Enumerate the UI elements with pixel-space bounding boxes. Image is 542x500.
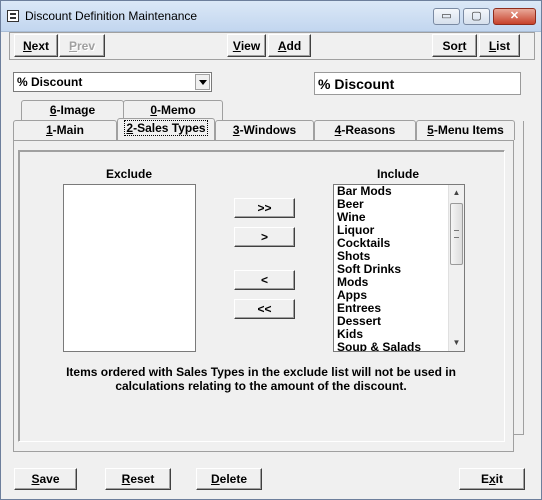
description-field[interactable]: % Discount <box>314 72 521 95</box>
tab-main[interactable]: 1-Main <box>13 120 117 140</box>
scroll-down-icon[interactable]: ▼ <box>449 335 464 351</box>
include-list[interactable]: Bar Mods Beer Wine Liquor Cocktails Shot… <box>333 184 465 352</box>
scroll-up-icon[interactable]: ▲ <box>449 185 464 201</box>
exclude-note: Items ordered with Sales Types in the ex… <box>66 365 456 393</box>
save-button[interactable]: Save <box>14 468 77 490</box>
close-button[interactable]: ✕ <box>493 8 536 25</box>
next-button[interactable]: Next <box>14 34 58 57</box>
description-value: % Discount <box>318 76 395 92</box>
tab-reasons[interactable]: 4-Reasons <box>314 120 416 140</box>
prev-button[interactable]: Prev <box>59 34 105 57</box>
discount-type-value: % Discount <box>17 75 83 89</box>
minimize-button[interactable]: ▭ <box>433 8 460 25</box>
delete-button[interactable]: Delete <box>196 468 262 490</box>
tab-memo[interactable]: 0-Memo <box>123 100 223 120</box>
tab-sales-types[interactable]: 2-Sales Types <box>117 118 215 140</box>
move-to-exclude-button[interactable]: > <box>234 227 295 247</box>
view-button[interactable]: View <box>227 34 266 57</box>
add-button[interactable]: Add <box>268 34 311 57</box>
window-title: Discount Definition Maintenance <box>25 9 198 23</box>
move-all-to-include-button[interactable]: << <box>234 299 295 319</box>
discount-definition-window: Discount Definition Maintenance ▭ ▢ ✕ Ne… <box>0 0 542 500</box>
list-button[interactable]: List <box>479 34 520 57</box>
app-icon <box>7 10 19 22</box>
list-item[interactable]: Soup & Salads <box>334 341 464 352</box>
title-bar: Discount Definition Maintenance ▭ ▢ ✕ <box>1 1 541 32</box>
include-heading: Include <box>377 167 420 181</box>
tab-menu-items[interactable]: 5-Menu Items <box>416 120 515 140</box>
move-all-to-exclude-button[interactable]: >> <box>234 198 295 218</box>
exclude-heading: Exclude <box>106 167 153 181</box>
chevron-down-icon[interactable] <box>195 74 210 90</box>
sort-button[interactable]: Sort <box>432 34 477 57</box>
exclude-list[interactable] <box>63 184 196 352</box>
move-to-include-button[interactable]: < <box>234 270 295 290</box>
tab-windows[interactable]: 3-Windows <box>215 120 314 140</box>
maximize-button[interactable]: ▢ <box>463 8 490 25</box>
include-list-scrollbar[interactable]: ▲ ▼ <box>448 185 464 351</box>
reset-button[interactable]: Reset <box>105 468 171 490</box>
discount-type-select[interactable]: % Discount <box>13 72 212 92</box>
scroll-thumb[interactable] <box>450 203 463 265</box>
tab-image[interactable]: 6-Image <box>21 100 124 120</box>
exit-button[interactable]: Exit <box>459 468 525 490</box>
